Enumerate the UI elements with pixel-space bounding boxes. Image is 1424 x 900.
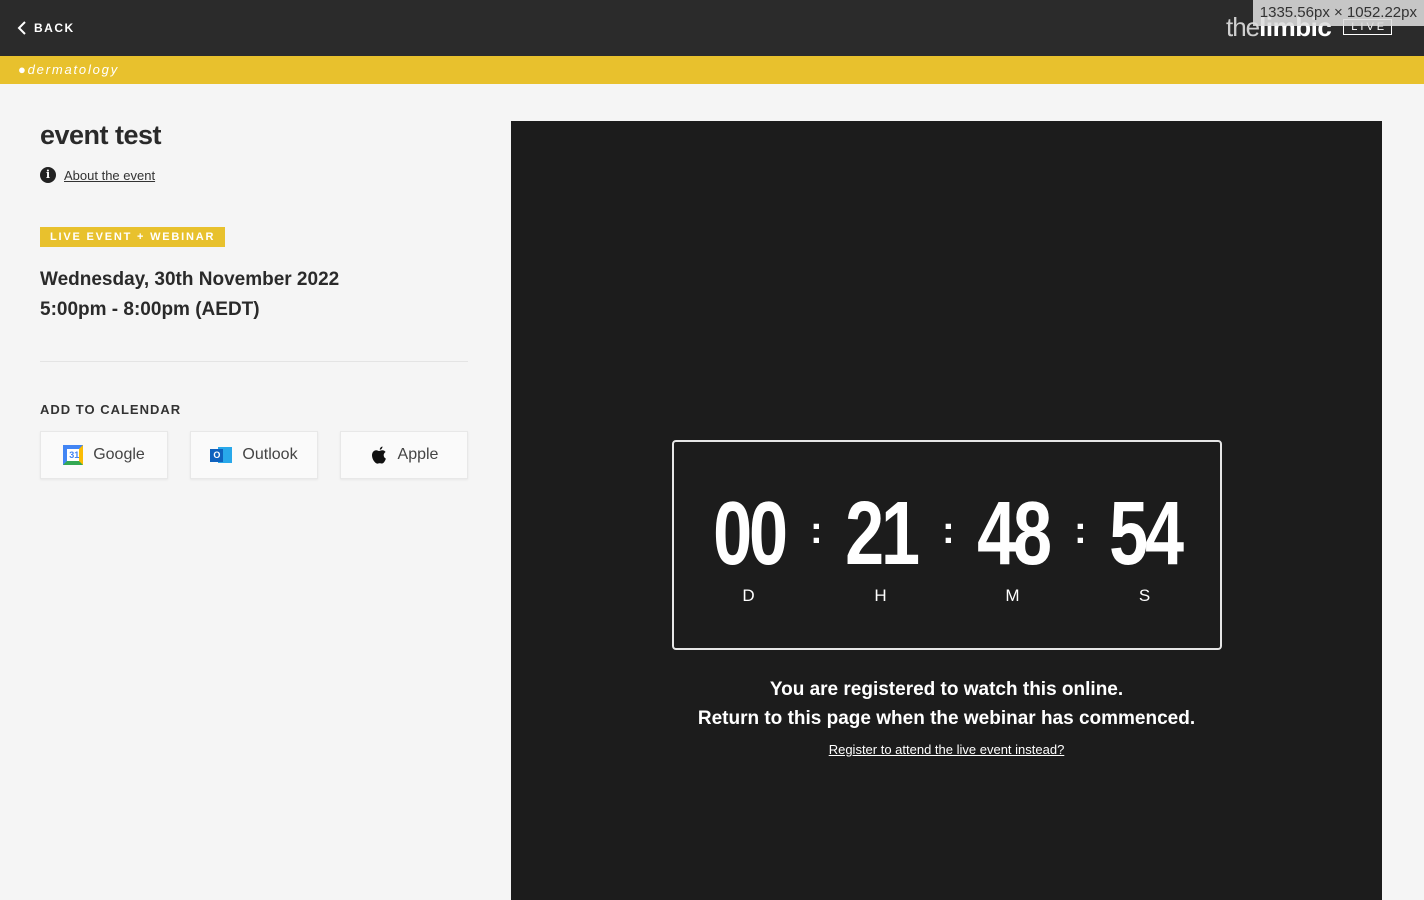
seconds-value: 54 xyxy=(1109,484,1184,584)
add-to-calendar-heading: ADD TO CALENDAR xyxy=(40,402,182,417)
info-icon: i xyxy=(40,167,56,183)
minutes-value: 48 xyxy=(977,484,1052,584)
apple-label: Apple xyxy=(397,446,439,463)
outlook-icon: O xyxy=(210,445,233,465)
event-title: event test xyxy=(40,120,162,150)
chevron-left-icon xyxy=(17,21,26,35)
event-date: Wednesday, 30th November 2022 xyxy=(40,269,340,290)
countdown-timer: 00 D : 21 H : 48 M : 54 S xyxy=(672,440,1222,650)
hours-value: 21 xyxy=(845,484,920,584)
apple-calendar-button[interactable]: Apple xyxy=(340,431,468,479)
about-event: i About the event xyxy=(40,167,468,183)
about-event-link[interactable]: About the event xyxy=(64,168,155,183)
days-value: 00 xyxy=(713,484,788,584)
register-live-link[interactable]: Register to attend the live event instea… xyxy=(511,742,1382,757)
return-message: Return to this page when the webinar has… xyxy=(697,708,1196,729)
event-time: 5:00pm - 8:00pm (AEDT) xyxy=(40,299,260,320)
outlook-label: Outlook xyxy=(242,446,298,463)
registered-message: You are registered to watch this online. xyxy=(769,679,1124,700)
webinar-player: 00 D : 21 H : 48 M : 54 S You are regist… xyxy=(511,121,1382,900)
category-strip: ●dermatology xyxy=(0,56,1424,84)
calendar-buttons: 31 Google O Outlook Apple xyxy=(40,431,468,479)
countdown-hours: 21 H xyxy=(815,442,947,648)
event-type-badge: LIVE EVENT + WEBINAR xyxy=(40,227,226,247)
back-label: BACK xyxy=(34,21,75,35)
divider xyxy=(40,361,468,362)
google-calendar-icon: 31 xyxy=(63,445,84,465)
google-label: Google xyxy=(93,446,145,463)
countdown-seconds: 54 S xyxy=(1079,442,1211,648)
outlook-calendar-button[interactable]: O Outlook xyxy=(190,431,318,479)
back-button[interactable]: BACK xyxy=(16,18,75,38)
category-label: ●dermatology xyxy=(18,62,119,77)
days-label: D xyxy=(742,586,756,605)
countdown-minutes: 48 M xyxy=(947,442,1079,648)
dimension-overlay: 1335.56px × 1052.22px xyxy=(1252,0,1424,26)
minutes-label: M xyxy=(1005,586,1021,605)
seconds-label: S xyxy=(1138,586,1152,605)
top-bar: BACK the limbic LIVE 1335.56px × 1052.22… xyxy=(0,0,1424,56)
google-calendar-button[interactable]: 31 Google xyxy=(40,431,168,479)
event-info-panel: event test i About the event LIVE EVENT … xyxy=(40,120,468,479)
countdown-days: 00 D xyxy=(683,442,815,648)
hours-label: H xyxy=(874,586,888,605)
apple-icon xyxy=(371,446,386,464)
